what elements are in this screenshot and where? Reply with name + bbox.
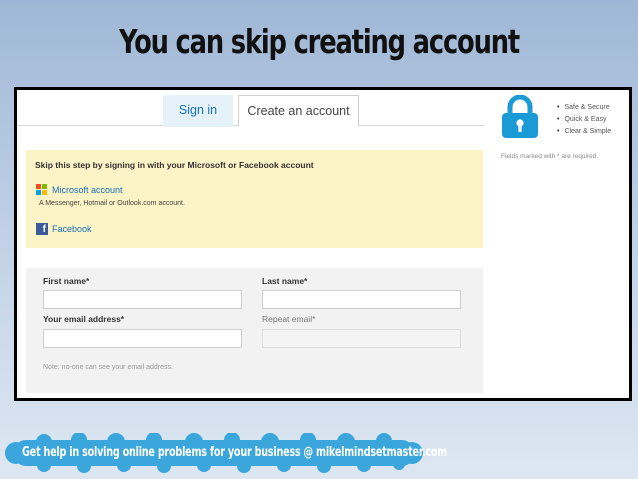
skip-panel-title: Skip this step by signing in with your M…	[35, 160, 314, 170]
email-input[interactable]	[43, 329, 242, 348]
last-name-label: Last name*	[262, 276, 308, 286]
first-name-label: First name*	[43, 276, 90, 286]
feature-item: Safe & Secure	[557, 102, 611, 114]
tab-bar: Sign in Create an account	[17, 90, 484, 127]
facebook-logo-icon: f	[36, 223, 48, 235]
microsoft-account-description: A Messenger, Hotmail or Outlook.com acco…	[39, 200, 185, 207]
tab-sign-in[interactable]: Sign in	[163, 95, 233, 127]
microsoft-logo-icon	[36, 184, 48, 196]
lock-icon	[502, 95, 538, 138]
footer-banner: Get help in solving online problems for …	[4, 433, 447, 473]
signup-screenshot: Sign in Create an account Skip this step…	[14, 87, 632, 401]
feature-item: Clear & Simple	[557, 126, 611, 138]
repeat-email-label: Repeat email*	[262, 314, 316, 324]
signup-form: First name* Last name* Your email addres…	[26, 268, 483, 393]
required-fields-note: Fields marked with * are required.	[501, 153, 599, 160]
repeat-email-input[interactable]	[262, 329, 461, 348]
email-label: Your email address*	[43, 314, 125, 324]
facebook-link[interactable]: Facebook	[52, 224, 92, 234]
email-privacy-note: Note: no-one can see your email address.	[43, 364, 173, 371]
skip-signin-panel: Skip this step by signing in with your M…	[26, 150, 483, 248]
feature-list: Safe & Secure Quick & Easy Clear & Simpl…	[557, 102, 611, 138]
last-name-input[interactable]	[262, 290, 461, 309]
slide-title: You can skip creating account	[118, 22, 520, 61]
tab-create-account[interactable]: Create an account	[238, 95, 359, 127]
first-name-input[interactable]	[43, 290, 242, 309]
microsoft-account-link[interactable]: Microsoft account	[52, 185, 123, 195]
feature-item: Quick & Easy	[557, 114, 611, 126]
footer-banner-text: Get help in solving online problems for …	[22, 445, 448, 460]
